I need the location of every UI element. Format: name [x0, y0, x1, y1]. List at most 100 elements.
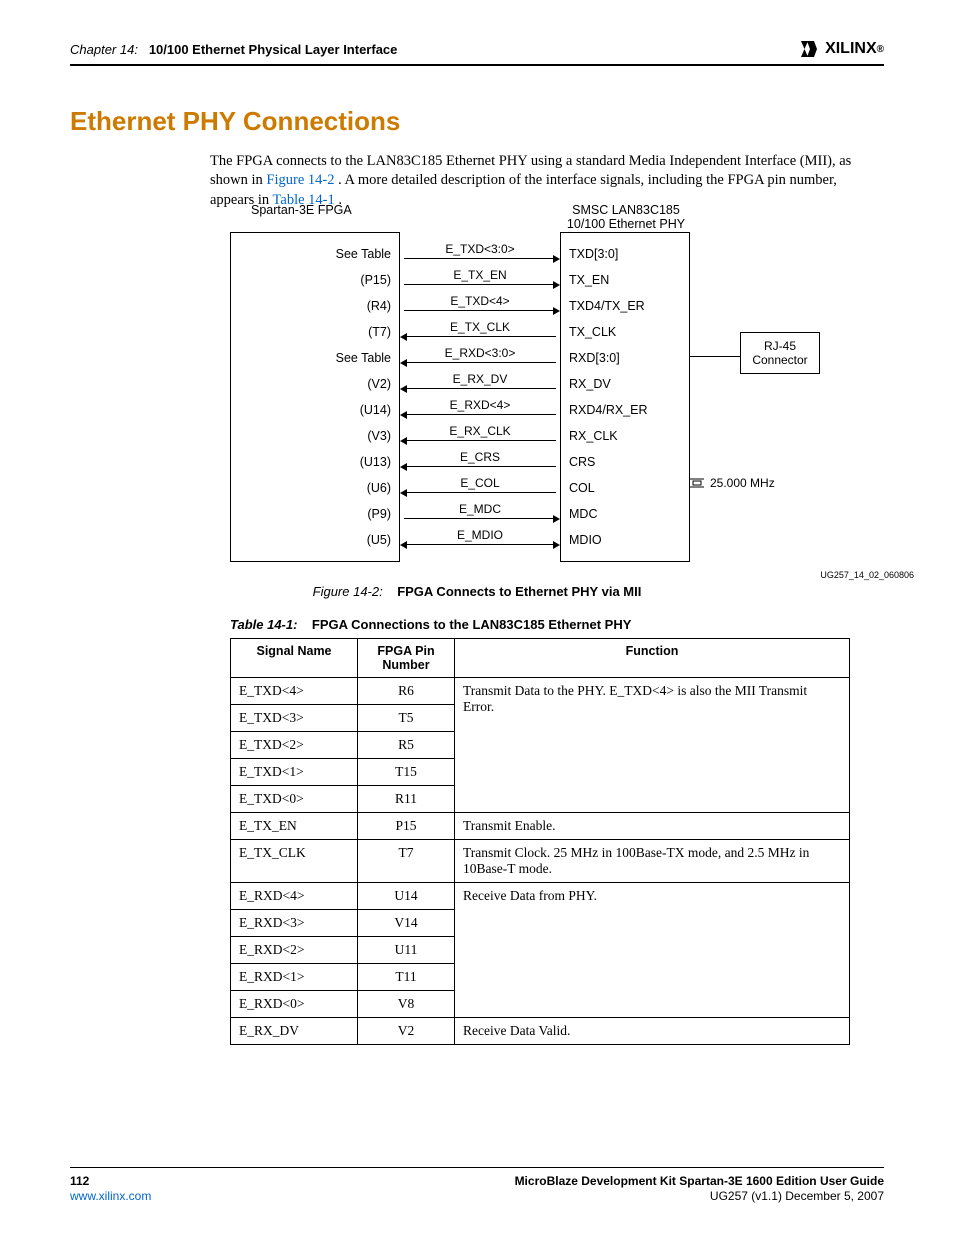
signal-arrow: E_RX_DV: [400, 370, 560, 396]
page-number: 112: [70, 1174, 151, 1190]
cell-signal-name: E_TXD<1>: [231, 759, 358, 786]
signal-arrow: E_TX_CLK: [400, 318, 560, 344]
chapter-label: Chapter 14:: [70, 42, 138, 57]
fpga-pin-label: (R4): [231, 293, 399, 319]
xilinx-logo-icon: [801, 41, 821, 57]
signal-arrow: E_MDC: [400, 500, 560, 526]
phy-block-title: SMSC LAN83C185 10/100 Ethernet PHY: [561, 203, 691, 231]
cell-fpga-pin: V8: [358, 991, 455, 1018]
cell-function: Transmit Data to the PHY. E_TXD<4> is al…: [455, 678, 850, 813]
xilinx-logo: XILINX ®: [801, 40, 884, 58]
col-fpga-pin: FPGA Pin Number: [358, 639, 455, 678]
logo-text: XILINX: [825, 40, 877, 58]
figure-title: FPGA Connects to Ethernet PHY via MII: [397, 584, 641, 599]
crystal-oscillator: 25.000 MHz: [690, 476, 810, 490]
phy-pin-label: TXD[3:0]: [561, 241, 689, 267]
cell-function: Receive Data from PHY.: [455, 883, 850, 1018]
signal-arrow: E_TXD<4>: [400, 292, 560, 318]
cell-fpga-pin: R6: [358, 678, 455, 705]
signal-arrow: E_RX_CLK: [400, 422, 560, 448]
signal-arrow: E_RXD<3:0>: [400, 344, 560, 370]
cell-fpga-pin: R11: [358, 786, 455, 813]
fpga-block-title: Spartan-3E FPGA: [251, 203, 352, 217]
cell-signal-name: E_RXD<1>: [231, 964, 358, 991]
cell-signal-name: E_TXD<4>: [231, 678, 358, 705]
fpga-pin-label: (U14): [231, 397, 399, 423]
table-title: FPGA Connections to the LAN83C185 Ethern…: [312, 617, 632, 632]
phy-pin-label: RXD4/RX_ER: [561, 397, 689, 423]
fpga-pin-label: (U6): [231, 475, 399, 501]
cell-fpga-pin: V14: [358, 910, 455, 937]
phy-pin-label: TXD4/TX_ER: [561, 293, 689, 319]
cell-function: Transmit Clock. 25 MHz in 100Base-TX mod…: [455, 840, 850, 883]
chapter-title: 10/100 Ethernet Physical Layer Interface: [149, 42, 398, 57]
cell-fpga-pin: V2: [358, 1018, 455, 1045]
cell-signal-name: E_TXD<3>: [231, 705, 358, 732]
table-header-row: Signal Name FPGA Pin Number Function: [231, 639, 850, 678]
col-signal-name: Signal Name: [231, 639, 358, 678]
fpga-pin-label: (V2): [231, 371, 399, 397]
cell-fpga-pin: U14: [358, 883, 455, 910]
table-row: E_RXD<4>U14Receive Data from PHY.: [231, 883, 850, 910]
cell-signal-name: E_TX_CLK: [231, 840, 358, 883]
cell-function: Transmit Enable.: [455, 813, 850, 840]
signal-arrow: E_MDIO: [400, 526, 560, 552]
pin-table: Signal Name FPGA Pin Number Function E_T…: [230, 638, 850, 1045]
crystal-icon: [690, 476, 704, 490]
cell-signal-name: E_TXD<2>: [231, 732, 358, 759]
signal-arrow: E_TX_EN: [400, 266, 560, 292]
signal-arrows: E_TXD<3:0>E_TX_ENE_TXD<4>E_TX_CLKE_RXD<3…: [400, 232, 560, 560]
figure-caption: Figure 14-2: FPGA Connects to Ethernet P…: [70, 584, 884, 599]
figure-14-2: Spartan-3E FPGA See Table(P15)(R4)(T7)Se…: [230, 232, 884, 562]
phy-block: SMSC LAN83C185 10/100 Ethernet PHY TXD[3…: [560, 232, 690, 562]
phy-pin-label: CRS: [561, 449, 689, 475]
cell-signal-name: E_RX_DV: [231, 1018, 358, 1045]
fpga-pin-label: See Table: [231, 241, 399, 267]
footer-url[interactable]: www.xilinx.com: [70, 1189, 151, 1203]
intro-paragraph: The FPGA connects to the LAN83C185 Ether…: [210, 152, 884, 211]
fpga-block: Spartan-3E FPGA See Table(P15)(R4)(T7)Se…: [230, 232, 400, 562]
xref-figure[interactable]: Figure 14-2: [266, 172, 334, 188]
table-row: E_TXD<4>R6Transmit Data to the PHY. E_TX…: [231, 678, 850, 705]
cell-fpga-pin: T11: [358, 964, 455, 991]
table-caption: Table 14-1: FPGA Connections to the LAN8…: [230, 617, 884, 632]
cell-signal-name: E_TXD<0>: [231, 786, 358, 813]
cell-fpga-pin: P15: [358, 813, 455, 840]
phy-pin-label: COL: [561, 475, 689, 501]
doc-id: UG257 (v1.1) December 5, 2007: [515, 1189, 884, 1205]
phy-pin-label: RX_CLK: [561, 423, 689, 449]
fpga-pin-label: (V3): [231, 423, 399, 449]
signal-arrow: E_RXD<4>: [400, 396, 560, 422]
figure-label: Figure 14-2:: [313, 584, 383, 599]
fpga-pin-label: (T7): [231, 319, 399, 345]
page-header: Chapter 14: 10/100 Ethernet Physical Lay…: [70, 40, 884, 66]
cell-fpga-pin: U11: [358, 937, 455, 964]
signal-arrow: E_TXD<3:0>: [400, 240, 560, 266]
phy-pin-label: TX_EN: [561, 267, 689, 293]
page-footer: 112 www.xilinx.com MicroBlaze Developmen…: [70, 1167, 884, 1205]
table-row: E_TX_ENP15Transmit Enable.: [231, 813, 850, 840]
cell-signal-name: E_RXD<4>: [231, 883, 358, 910]
fpga-pin-label: (U13): [231, 449, 399, 475]
section-title: Ethernet PHY Connections: [70, 106, 884, 137]
signal-arrow: E_COL: [400, 474, 560, 500]
phy-pin-label: MDIO: [561, 527, 689, 553]
fpga-pin-label: (P9): [231, 501, 399, 527]
cell-fpga-pin: T7: [358, 840, 455, 883]
cell-signal-name: E_RXD<2>: [231, 937, 358, 964]
logo-registered: ®: [877, 44, 884, 55]
doc-title: MicroBlaze Development Kit Spartan-3E 16…: [515, 1174, 884, 1190]
signal-arrow: E_CRS: [400, 448, 560, 474]
phy-pin-label: MDC: [561, 501, 689, 527]
fpga-pin-label: (U5): [231, 527, 399, 553]
cell-signal-name: E_RXD<3>: [231, 910, 358, 937]
table-row: E_RX_DVV2Receive Data Valid.: [231, 1018, 850, 1045]
cell-function: Receive Data Valid.: [455, 1018, 850, 1045]
phy-pin-label: TX_CLK: [561, 319, 689, 345]
phy-pin-label: RX_DV: [561, 371, 689, 397]
cell-signal-name: E_RXD<0>: [231, 991, 358, 1018]
fpga-pin-label: See Table: [231, 345, 399, 371]
fpga-pin-label: (P15): [231, 267, 399, 293]
cell-fpga-pin: T5: [358, 705, 455, 732]
cell-fpga-pin: R5: [358, 732, 455, 759]
